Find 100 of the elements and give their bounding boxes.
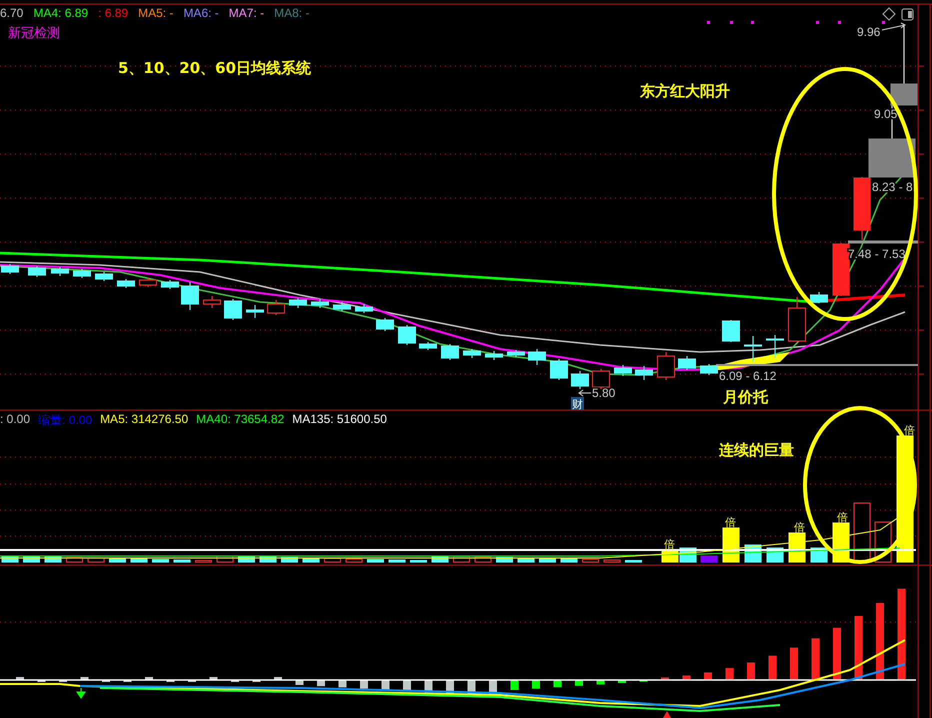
volume-bar <box>474 556 492 562</box>
volume-bar <box>260 556 276 562</box>
candlestick <box>267 300 285 316</box>
legend-value: MA7: - <box>228 6 264 20</box>
macd-bar <box>747 662 755 680</box>
volume-bar <box>604 560 620 562</box>
candlestick <box>181 282 199 310</box>
finance-badge: 财 <box>571 397 584 411</box>
legend-value: 缩量: 0.00 <box>38 412 92 429</box>
pointer-arrow-icon <box>578 390 592 396</box>
legend-value: 6.70 <box>0 6 24 20</box>
candlestick <box>311 298 329 308</box>
candlestick <box>246 304 264 318</box>
candlestick <box>592 368 610 390</box>
volume-bar <box>238 556 255 562</box>
candlestick <box>95 272 113 282</box>
legend-value: MA135: 51600.50 <box>292 412 387 428</box>
volume-mark: 倍 <box>664 538 675 551</box>
volume-bar <box>109 558 126 562</box>
macd-bar <box>596 680 604 684</box>
annotation-text: 连续的巨量 <box>719 441 794 459</box>
volume-bar <box>410 560 427 562</box>
legend-value: : 0.00 <box>0 412 30 428</box>
candlestick <box>528 348 546 366</box>
volume-bar <box>174 560 190 562</box>
macd-bar <box>80 677 88 680</box>
legend-value: MA5: - <box>138 6 174 20</box>
candlestick <box>744 336 762 362</box>
candlestick <box>485 350 503 360</box>
volume-bar <box>582 559 599 562</box>
annotation-text: 东方红大阳升 <box>640 82 730 100</box>
candlestick <box>635 366 653 380</box>
candlestick <box>51 266 69 276</box>
candlestick <box>333 302 351 312</box>
candlestick <box>550 358 568 380</box>
volume-bar <box>324 558 341 562</box>
macd-bar <box>145 677 153 680</box>
candlestick <box>1 264 19 274</box>
diamond-icon[interactable] <box>882 7 896 21</box>
volume-bar <box>66 557 83 562</box>
candlestick <box>139 278 157 288</box>
volume-mark: 倍 <box>725 516 736 529</box>
macd-bar <box>296 680 304 685</box>
macd-bar <box>790 648 798 680</box>
volume-bar <box>539 558 556 562</box>
macd-bar <box>16 677 24 680</box>
candlestick <box>722 320 740 342</box>
candlestick <box>376 318 394 332</box>
legend-value: MA6: - <box>183 6 219 20</box>
candlestick <box>507 350 525 358</box>
annotation-text: 5、10、20、60日均线系统 <box>118 59 312 77</box>
candlestick <box>788 296 806 342</box>
legend-value: MA4: 6.89 <box>33 6 88 20</box>
panel-toggle-icon[interactable] <box>902 8 914 20</box>
legend-value: : 6.89 <box>98 6 128 20</box>
candlestick <box>28 266 46 278</box>
price-label: 5.80 <box>592 386 616 400</box>
volume-bar <box>281 557 298 562</box>
candlestick <box>161 280 179 290</box>
macd-bar <box>833 628 841 680</box>
volume-bar <box>518 558 534 562</box>
volume-mark: 倍 <box>837 511 848 524</box>
down-arrow-icon <box>76 688 86 699</box>
candlestick <box>117 278 135 288</box>
price-range-line <box>848 240 918 244</box>
volume-bar <box>302 558 320 562</box>
legend-value: MA5: 314276.50 <box>100 412 188 428</box>
candlestick <box>398 324 416 346</box>
candlestick <box>614 364 632 376</box>
macd-bar <box>854 616 862 680</box>
price-label: 6.09 - 6.12 <box>719 369 776 383</box>
legend-value: MA40: 73654.82 <box>196 412 284 428</box>
macd-bar <box>726 668 734 680</box>
legend-value: MA8: - <box>274 6 310 20</box>
up-arrow-icon <box>663 711 671 718</box>
volume-bar <box>854 502 870 562</box>
volume-mark: 倍 <box>794 521 805 534</box>
indicator-name: 新冠检测 <box>8 26 60 41</box>
volume-bar <box>367 559 384 562</box>
volume-bar <box>453 556 470 562</box>
price-label: 9.96 <box>857 25 880 39</box>
candlestick <box>73 268 91 278</box>
annotation-text: 月价托 <box>723 388 768 406</box>
candlestick <box>766 334 784 358</box>
candlestick <box>657 352 675 380</box>
macd-bar <box>274 677 282 680</box>
candlestick <box>571 370 589 390</box>
volume-bar <box>700 556 718 562</box>
macd-bar <box>682 676 690 680</box>
macd-bar <box>768 656 776 680</box>
macd-bar <box>210 677 218 680</box>
volume-bar <box>130 558 148 562</box>
volume-mark: 倍 <box>904 424 915 437</box>
volume-bar <box>44 556 62 562</box>
macd-bar <box>618 680 626 683</box>
volume-bar <box>346 558 362 562</box>
candlestick <box>355 304 373 314</box>
volume-bar <box>625 560 642 562</box>
volume-bar <box>152 559 169 562</box>
candlestick <box>441 344 459 360</box>
